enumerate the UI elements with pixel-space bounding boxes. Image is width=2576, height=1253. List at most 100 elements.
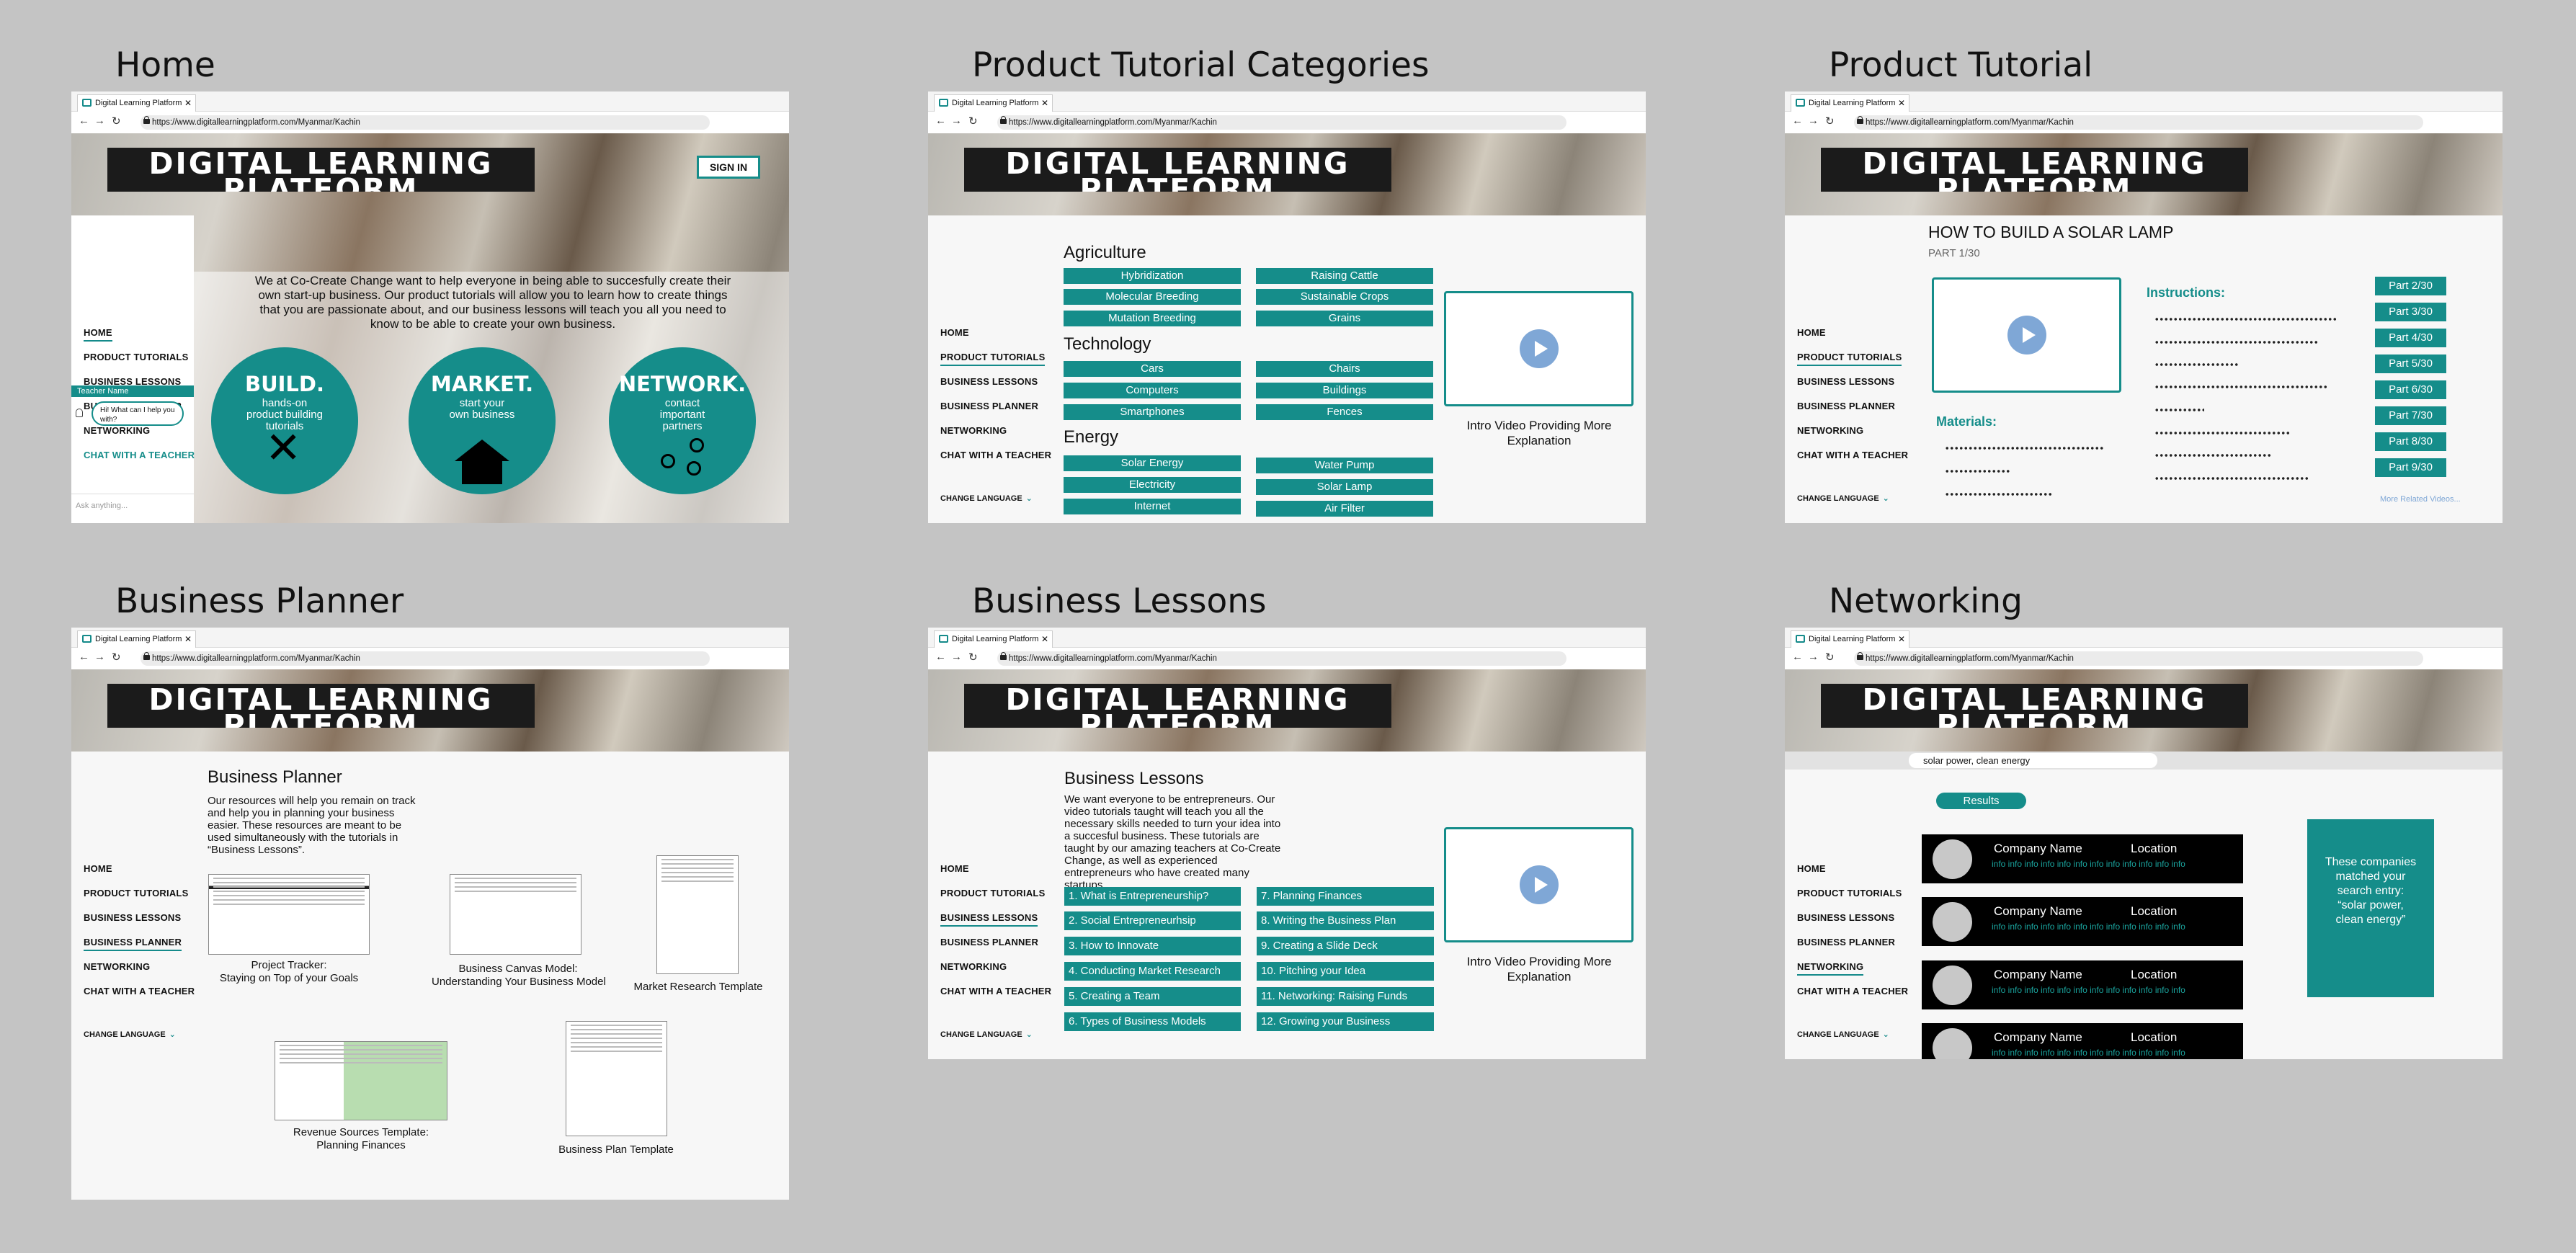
card-network[interactable]: NETWORK. contact important partners [609,347,756,494]
close-tab-icon[interactable]: ✕ [1898,631,1905,647]
company-row[interactable]: Company Name Location info info info info … [1922,1023,2243,1059]
business-canvas-thumbnail[interactable] [450,874,581,955]
forward-icon[interactable]: → [951,651,962,663]
address-bar[interactable]: https://www.digitallearningplatform.com/… [1854,115,2423,130]
nav-networking[interactable]: NETWORKING [940,961,1007,972]
company-row[interactable]: Company Name Location info info info info … [1922,897,2243,946]
nav-home[interactable]: HOME [940,327,969,338]
part-button[interactable]: Part 9/30 [2375,458,2446,477]
platform-logo[interactable]: DIGITAL LEARNING PLATFORM [964,148,1391,192]
tab-label[interactable]: Digital Learning Platform [952,99,1038,107]
back-icon[interactable]: ← [1792,115,1803,127]
project-tracker-thumbnail[interactable] [208,874,370,955]
lesson-button[interactable]: 6. Types of Business Models [1064,1012,1241,1031]
nav-product-tutorials[interactable]: PRODUCT TUTORIALS [940,888,1045,898]
address-bar[interactable]: https://www.digitallearningplatform.com/… [1854,651,2423,666]
nav-product-tutorials[interactable]: PRODUCT TUTORIALS [84,352,188,362]
close-tab-icon[interactable]: ✕ [184,631,192,647]
tab-label[interactable]: Digital Learning Platform [1809,635,1895,643]
chat-input[interactable]: Ask anything... [71,494,194,523]
nav-networking[interactable]: NETWORKING [1797,961,1864,976]
reload-icon[interactable]: ↻ [968,115,978,128]
platform-logo[interactable]: DIGITAL LEARNING PLATFORM [1821,148,2248,192]
nav-business-lessons[interactable]: BUSINESS LESSONS [940,376,1038,387]
nav-networking[interactable]: NETWORKING [84,425,150,436]
category-button[interactable]: Computers [1064,383,1241,398]
category-button[interactable]: Fences [1256,404,1433,420]
lesson-button[interactable]: 9. Creating a Slide Deck [1257,937,1434,955]
change-language[interactable]: CHANGE LANGUAGE ⌄ [84,1030,176,1039]
forward-icon[interactable]: → [951,115,962,127]
nav-product-tutorials[interactable]: PRODUCT TUTORIALS [1797,352,1902,366]
category-button[interactable]: Mutation Breeding [1064,311,1241,326]
nav-business-planner[interactable]: BUSINESS PLANNER [1797,401,1895,411]
nav-business-lessons[interactable]: BUSINESS LESSONS [1797,912,1894,923]
address-bar[interactable]: https://www.digitallearningplatform.com/… [997,651,1566,666]
part-button[interactable]: Part 7/30 [2375,406,2446,425]
sign-in-button[interactable]: SIGN IN [697,156,760,179]
nav-home[interactable]: HOME [940,863,969,874]
nav-business-lessons[interactable]: BUSINESS LESSONS [1797,376,1894,387]
search-input[interactable]: solar power, clean energy [1909,753,2157,768]
part-button[interactable]: Part 2/30 [2375,277,2446,295]
company-row[interactable]: Company Name Location info info info info … [1922,960,2243,1009]
category-button[interactable]: Water Pump [1256,458,1433,473]
reload-icon[interactable]: ↻ [112,651,121,664]
back-icon[interactable]: ← [935,651,946,663]
category-button[interactable]: Grains [1256,311,1433,326]
change-language[interactable]: CHANGE LANGUAGE ⌄ [1797,1030,1889,1039]
nav-networking[interactable]: NETWORKING [940,425,1007,436]
part-button[interactable]: Part 8/30 [2375,432,2446,451]
nav-home[interactable]: HOME [1797,327,1826,338]
category-button[interactable]: Cars [1064,361,1241,377]
reload-icon[interactable]: ↻ [112,115,121,128]
category-button[interactable]: Electricity [1064,477,1241,493]
intro-video[interactable] [1444,827,1634,942]
nav-chat-teacher[interactable]: CHAT WITH A TEACHER [1797,986,1908,996]
lesson-button[interactable]: 3. How to Innovate [1064,937,1241,955]
category-button[interactable]: Solar Lamp [1256,479,1433,495]
forward-icon[interactable]: → [1808,651,1819,663]
category-button[interactable]: Solar Energy [1064,455,1241,471]
platform-logo[interactable]: DIGITAL LEARNING PLATFORM [107,148,535,192]
lesson-button[interactable]: 1. What is Entrepreneurship? [1064,887,1241,906]
lesson-button[interactable]: 4. Conducting Market Research [1064,962,1241,981]
tutorial-video[interactable] [1932,277,2121,393]
lesson-button[interactable]: 2. Social Entrepreneurhsip [1064,911,1241,930]
card-market[interactable]: MARKET. start your own business [409,347,556,494]
category-button[interactable]: Air Filter [1256,501,1433,517]
category-button[interactable]: Internet [1064,499,1241,514]
back-icon[interactable]: ← [79,115,89,127]
category-button[interactable]: Chairs [1256,361,1433,377]
nav-networking[interactable]: NETWORKING [84,961,150,972]
nav-chat-teacher[interactable]: CHAT WITH A TEACHER [940,450,1051,460]
card-build[interactable]: BUILD. hands-on product building tutorial… [211,347,358,494]
back-icon[interactable]: ← [1792,651,1803,663]
reload-icon[interactable]: ↻ [1825,651,1835,664]
tab-label[interactable]: Digital Learning Platform [95,635,182,643]
platform-logo[interactable]: DIGITAL LEARNING PLATFORM [107,684,535,728]
nav-business-planner[interactable]: BUSINESS PLANNER [1797,937,1895,947]
address-bar[interactable]: https://www.digitallearningplatform.com/… [141,651,710,666]
lesson-button[interactable]: 7. Planning Finances [1257,887,1434,906]
nav-home[interactable]: HOME [84,327,112,342]
nav-product-tutorials[interactable]: PRODUCT TUTORIALS [84,888,188,898]
platform-logo[interactable]: DIGITAL LEARNING PLATFORM [964,684,1391,728]
nav-chat-teacher[interactable]: CHAT WITH A TEACHER [84,986,195,996]
reload-icon[interactable]: ↻ [1825,115,1835,128]
lesson-button[interactable]: 10. Pitching your Idea [1257,962,1434,981]
nav-business-planner[interactable]: BUSINESS PLANNER [940,401,1038,411]
tab-label[interactable]: Digital Learning Platform [95,99,182,107]
close-tab-icon[interactable]: ✕ [1041,631,1048,647]
forward-icon[interactable]: → [94,651,105,663]
market-research-thumbnail[interactable] [656,855,739,974]
category-button[interactable]: Sustainable Crops [1256,289,1433,305]
category-button[interactable]: Hybridization [1064,268,1241,284]
play-icon[interactable] [2007,316,2046,355]
category-button[interactable]: Buildings [1256,383,1433,398]
business-plan-thumbnail[interactable] [566,1021,667,1136]
reload-icon[interactable]: ↻ [968,651,978,664]
revenue-sources-thumbnail[interactable] [275,1041,447,1120]
address-bar[interactable]: https://www.digitallearningplatform.com/… [141,115,710,130]
part-button[interactable]: Part 5/30 [2375,355,2446,373]
